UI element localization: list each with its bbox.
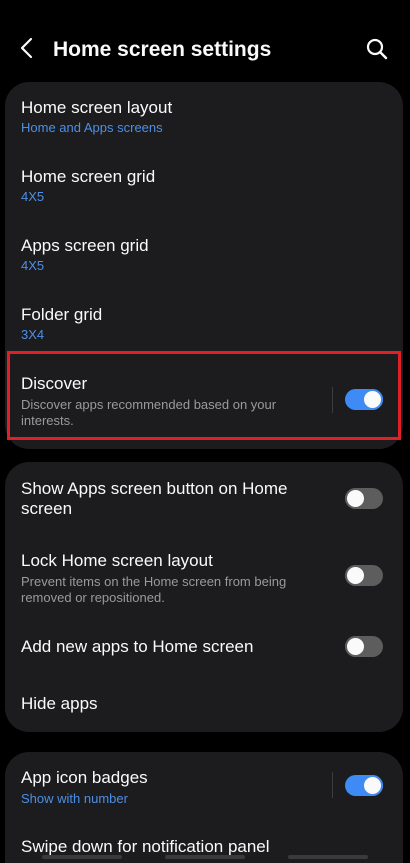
chevron-left-icon[interactable]	[16, 36, 40, 60]
nav-bar-hint-right	[288, 855, 368, 859]
setting-description: Discover apps recommended based on your …	[21, 397, 277, 428]
setting-title: Discover	[21, 374, 88, 393]
setting-apps-screen-grid[interactable]: Apps screen grid 4X5	[5, 219, 403, 288]
toggle-knob	[362, 389, 383, 410]
settings-card-badges: App icon badges Show with number Swipe d…	[5, 752, 403, 863]
app-icon-badges-toggle[interactable]	[345, 775, 383, 796]
setting-title: App icon badges	[21, 768, 148, 787]
toggle-knob	[345, 565, 366, 586]
setting-title: Add new apps to Home screen	[21, 637, 254, 656]
lock-layout-toggle[interactable]	[345, 565, 383, 586]
setting-value: Show with number	[21, 791, 128, 806]
nav-bar-hint-center	[165, 855, 245, 859]
setting-home-screen-layout[interactable]: Home screen layout Home and Apps screens	[5, 82, 403, 150]
add-new-apps-toggle[interactable]	[345, 636, 383, 657]
nav-bar-hint-left	[42, 855, 122, 859]
setting-value: Home and Apps screens	[21, 120, 163, 135]
setting-value: 3X4	[21, 327, 45, 342]
setting-title: Show Apps screen button on Home screen	[21, 479, 288, 518]
setting-home-screen-grid[interactable]: Home screen grid 4X5	[5, 150, 403, 219]
settings-card-options: Show Apps screen button on Home screen L…	[5, 462, 403, 732]
page-title: Home screen settings	[53, 38, 272, 61]
setting-description: Prevent items on the Home screen from be…	[21, 574, 287, 605]
setting-value: 4X5	[21, 189, 45, 204]
toggle-knob	[345, 488, 366, 509]
setting-app-icon-badges[interactable]: App icon badges Show with number	[5, 752, 403, 822]
setting-show-apps-button[interactable]: Show Apps screen button on Home screen	[5, 462, 403, 548]
setting-hide-apps[interactable]: Hide apps	[5, 676, 403, 732]
setting-folder-grid[interactable]: Folder grid 3X4	[5, 288, 403, 357]
search-icon[interactable]	[364, 36, 390, 62]
toggle-knob	[362, 775, 383, 796]
setting-discover[interactable]: Discover Discover apps recommended based…	[5, 357, 403, 449]
discover-toggle[interactable]	[345, 389, 383, 410]
setting-title: Folder grid	[21, 305, 103, 324]
setting-title: Hide apps	[21, 694, 98, 713]
setting-title: Lock Home screen layout	[21, 551, 213, 570]
app-header: Home screen settings	[0, 0, 410, 80]
divider	[332, 772, 333, 798]
setting-title: Home screen grid	[21, 167, 156, 186]
setting-lock-layout[interactable]: Lock Home screen layout Prevent items on…	[5, 548, 403, 616]
setting-title: Apps screen grid	[21, 236, 149, 255]
setting-title: Home screen layout	[21, 98, 173, 117]
toggle-knob	[345, 636, 366, 657]
divider	[332, 387, 333, 413]
settings-card-layout: Home screen layout Home and Apps screens…	[5, 82, 403, 449]
setting-add-new-apps[interactable]: Add new apps to Home screen	[5, 616, 403, 676]
setting-value: 4X5	[21, 258, 45, 273]
setting-title: Swipe down for notification panel	[21, 837, 270, 856]
show-apps-button-toggle[interactable]	[345, 488, 383, 509]
